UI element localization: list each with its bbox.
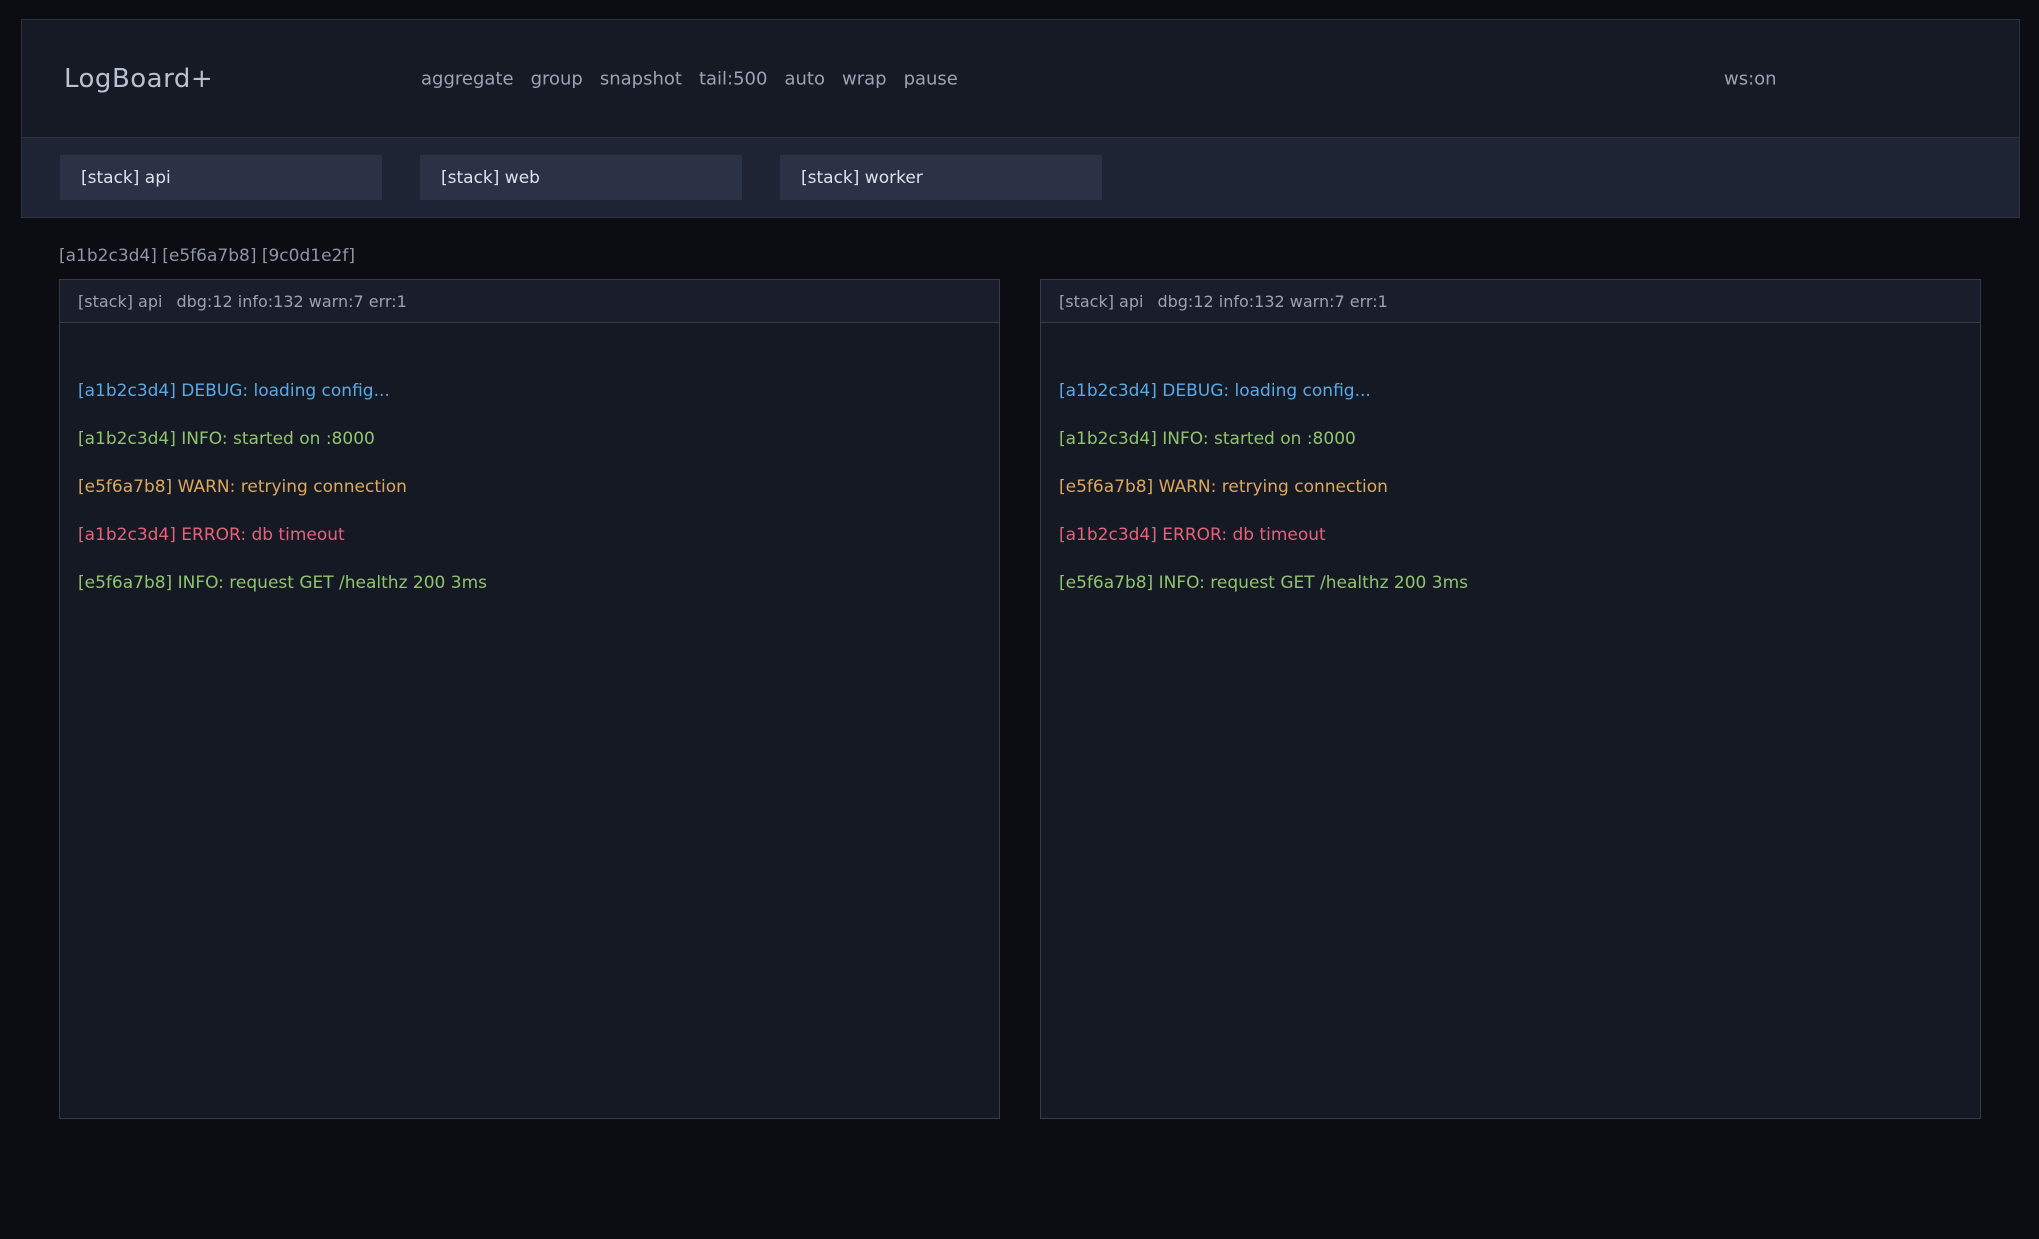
toolbar-item-aggregate[interactable]: aggregate xyxy=(421,68,514,89)
stack-tab-api[interactable]: [stack] api xyxy=(60,155,382,200)
log-line: [a1b2c3d4] DEBUG: loading config... xyxy=(78,367,981,415)
log-line: [e5f6a7b8] WARN: retrying connection xyxy=(78,463,981,511)
log-line: [e5f6a7b8] WARN: retrying connection xyxy=(1059,463,1962,511)
log-panel-left: [stack] api dbg:12 info:132 warn:7 err:1… xyxy=(59,279,1000,1119)
log-line: [e5f6a7b8] INFO: request GET /healthz 20… xyxy=(1059,559,1962,607)
log-panel-right: [stack] api dbg:12 info:132 warn:7 err:1… xyxy=(1040,279,1981,1119)
toolbar-item-pause[interactable]: pause xyxy=(904,68,958,89)
toolbar: aggregate group snapshot tail:500 auto w… xyxy=(421,68,958,89)
websocket-status: ws:on xyxy=(1724,68,1777,89)
toolbar-item-auto[interactable]: auto xyxy=(784,68,825,89)
log-line: [a1b2c3d4] ERROR: db timeout xyxy=(1059,511,1962,559)
log-panels: [stack] api dbg:12 info:132 warn:7 err:1… xyxy=(59,279,1981,1119)
log-panel-header: [stack] api dbg:12 info:132 warn:7 err:1 xyxy=(60,280,999,323)
toolbar-item-group[interactable]: group xyxy=(531,68,583,89)
log-line: [a1b2c3d4] ERROR: db timeout xyxy=(78,511,981,559)
panel-stack-label: [stack] api xyxy=(78,292,162,311)
panel-level-counters: dbg:12 info:132 warn:7 err:1 xyxy=(176,292,406,311)
panel-stack-label: [stack] api xyxy=(1059,292,1143,311)
stack-tab-worker[interactable]: [stack] worker xyxy=(780,155,1102,200)
app-title: LogBoard+ xyxy=(64,64,213,94)
log-line: [a1b2c3d4] INFO: started on :8000 xyxy=(78,415,981,463)
toolbar-item-tail[interactable]: tail:500 xyxy=(699,68,768,89)
log-stream[interactable]: [a1b2c3d4] DEBUG: loading config... [a1b… xyxy=(1041,323,1980,607)
panel-level-counters: dbg:12 info:132 warn:7 err:1 xyxy=(1157,292,1387,311)
toolbar-item-wrap[interactable]: wrap xyxy=(842,68,887,89)
log-line: [a1b2c3d4] DEBUG: loading config... xyxy=(1059,367,1962,415)
header-top-row: LogBoard+ aggregate group snapshot tail:… xyxy=(22,20,2019,137)
app-header: LogBoard+ aggregate group snapshot tail:… xyxy=(21,19,2020,218)
stack-tab-strip: [stack] api [stack] web [stack] worker xyxy=(22,137,2019,217)
log-panel-header: [stack] api dbg:12 info:132 warn:7 err:1 xyxy=(1041,280,1980,323)
toolbar-item-snapshot[interactable]: snapshot xyxy=(600,68,682,89)
trace-id-breadcrumb: [a1b2c3d4] [e5f6a7b8] [9c0d1e2f] xyxy=(59,246,355,266)
log-stream[interactable]: [a1b2c3d4] DEBUG: loading config... [a1b… xyxy=(60,323,999,607)
stack-tab-web[interactable]: [stack] web xyxy=(420,155,742,200)
log-line: [a1b2c3d4] INFO: started on :8000 xyxy=(1059,415,1962,463)
log-line: [e5f6a7b8] INFO: request GET /healthz 20… xyxy=(78,559,981,607)
